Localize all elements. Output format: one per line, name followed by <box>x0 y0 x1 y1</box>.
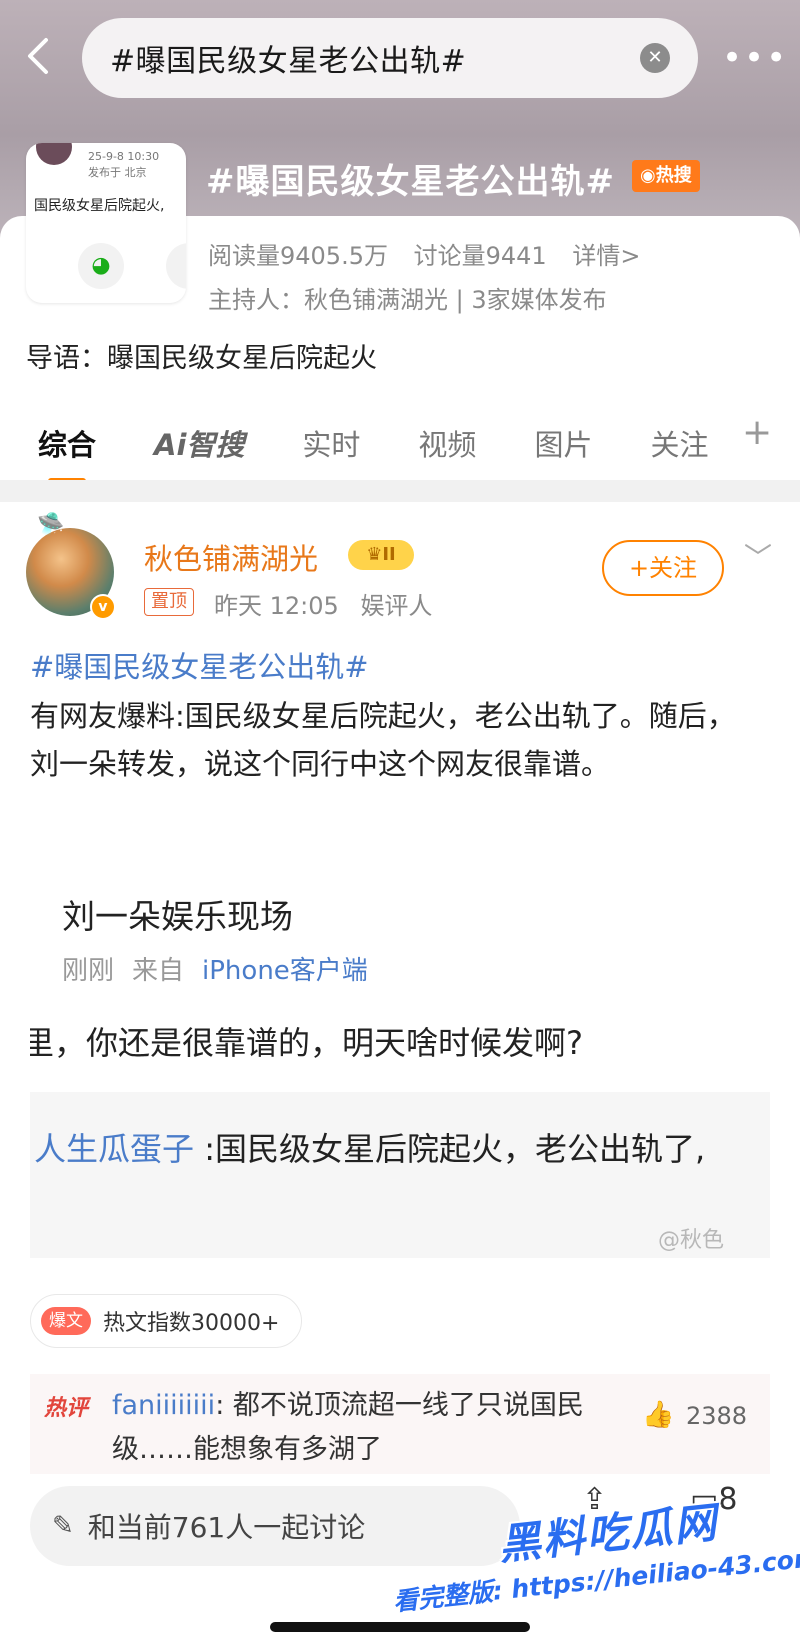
share-circle-icon <box>166 243 186 289</box>
discuss-placeholder: 和当前761人一起讨论 <box>87 1511 366 1544</box>
tab-following[interactable]: 关注 <box>650 422 708 464</box>
thumbnail-date: 25-9-8 10:30 <box>88 150 160 163</box>
embedded-source: iPhone客户端 <box>202 956 368 986</box>
chevron-down-icon[interactable]: ﹀ <box>744 536 772 576</box>
section-divider <box>0 480 800 502</box>
thumbnail-text: 国民级女星后院起火, <box>34 198 165 214</box>
tab-images[interactable]: 图片 <box>534 422 592 464</box>
home-indicator <box>270 1622 530 1632</box>
thumbs-up-icon[interactable]: 👍 <box>642 1400 674 1430</box>
thumbnail-meta: 25-9-8 10:30 发布于 北京 <box>88 149 159 181</box>
member-crown-icon: ♛II <box>348 540 414 570</box>
hot-index-pill[interactable]: 爆文 热文指数30000+ <box>30 1294 303 1348</box>
follow-button[interactable]: +关注 <box>602 540 724 596</box>
tab-comprehensive[interactable]: 综合 <box>38 422 96 484</box>
tab-realtime[interactable]: 实时 <box>302 422 360 464</box>
post-hashtag[interactable]: #曝国民级女星老公出轨# <box>30 644 369 686</box>
more-options-icon[interactable]: ••• <box>722 38 786 78</box>
ufo-decoration-icon: 🛸 <box>37 512 65 537</box>
topic-title: #曝国民级女星老公出轨# <box>206 162 615 202</box>
discuss-count: 讨论量9441 <box>413 242 547 270</box>
embedded-watermark: @秋色 <box>658 1228 725 1253</box>
post-text: 有网友爆料:国民级女星后院起火，老公出轨了。随后，刘一朵转发，说这个同行中这个网… <box>30 699 736 781</box>
verified-badge-icon: v <box>90 594 116 620</box>
embedded-quote: 人生瓜蛋子 :国民级女星后院起火，老公出轨了, <box>34 1124 705 1170</box>
search-input[interactable]: #曝国民级女星老公出轨# <box>110 36 640 80</box>
hot-comment-user[interactable]: faniiiiiiii <box>112 1390 215 1421</box>
post-meta: 昨天 12:05 娱评人 <box>214 586 446 621</box>
back-arrow-icon <box>28 38 48 74</box>
post-image[interactable]: 刘一朵娱乐现场 刚刚 来自 iPhone客户端 里，你还是很靠谱的，明天啥时候发啊?… <box>30 848 770 1258</box>
hot-search-badge: ◉热搜 <box>632 160 700 192</box>
pencil-icon: ✎ <box>52 1511 74 1541</box>
author-category: 娱评人 <box>360 592 433 620</box>
back-button[interactable] <box>18 36 58 80</box>
add-tab-icon[interactable]: + <box>742 412 772 453</box>
hot-comment-body: faniiiiiiii: 都不说顶流超一线了只说国民级……能想象有多湖了 <box>112 1384 642 1472</box>
post-time: 昨天 12:05 <box>214 592 339 620</box>
topic-tabs: 综合 Ai智搜 实时 视频 图片 关注 <box>0 410 800 484</box>
embedded-time: 刚刚 <box>62 956 115 986</box>
thumbnail-location: 发布于 北京 <box>88 166 147 179</box>
topic-thumbnail[interactable]: 25-9-8 10:30 发布于 北京 国民级女星后院起火, ◕ <box>26 143 186 303</box>
embedded-from: 来自 <box>132 956 185 986</box>
embedded-quote-user: 人生瓜蛋子 <box>34 1130 195 1168</box>
embedded-meta: 刚刚 来自 iPhone客户端 <box>62 950 386 987</box>
pinned-badge: 置顶 <box>144 588 194 616</box>
detail-link[interactable]: 详情> <box>572 242 640 270</box>
viral-badge: 爆文 <box>41 1307 91 1335</box>
thumbnail-avatar <box>36 143 72 165</box>
like-count: 2388 <box>686 1402 748 1430</box>
topic-guide: 导语：曝国民级女星后院起火 <box>26 343 377 374</box>
topic-stats: 阅读量9405.5万 讨论量9441 详情> <box>208 236 658 271</box>
embedded-author-name: 刘一朵娱乐现场 <box>62 897 293 936</box>
embedded-quote-text: :国民级女星后院起火，老公出轨了, <box>194 1130 706 1168</box>
hot-comment-tag: 热评 <box>44 1396 89 1421</box>
clear-icon[interactable]: ✕ <box>640 43 670 73</box>
tab-ai-search[interactable]: Ai智搜 <box>154 422 244 464</box>
embedded-reply-text: 里，你还是很靠谱的，明天啥时候发啊? <box>30 1024 583 1062</box>
wechat-icon: ◕ <box>78 243 124 289</box>
discuss-input[interactable]: ✎ 和当前761人一起讨论 <box>30 1486 520 1566</box>
hot-comment[interactable]: 热评 faniiiiiiii: 都不说顶流超一线了只说国民级……能想象有多湖了 … <box>30 1374 770 1474</box>
author-name[interactable]: 秋色铺满湖光 <box>144 536 318 578</box>
hot-badge-label: 热搜 <box>655 165 692 186</box>
search-bar[interactable]: #曝国民级女星老公出轨# ✕ <box>82 18 698 98</box>
tab-video[interactable]: 视频 <box>418 422 476 464</box>
member-level: II <box>382 544 396 565</box>
comment-count: 8 <box>718 1482 738 1517</box>
topic-host: 主持人：秋色铺满湖光 | 3家媒体发布 <box>208 286 607 314</box>
hot-index-text: 热文指数30000+ <box>103 1311 280 1336</box>
read-count: 阅读量9405.5万 <box>208 242 388 270</box>
